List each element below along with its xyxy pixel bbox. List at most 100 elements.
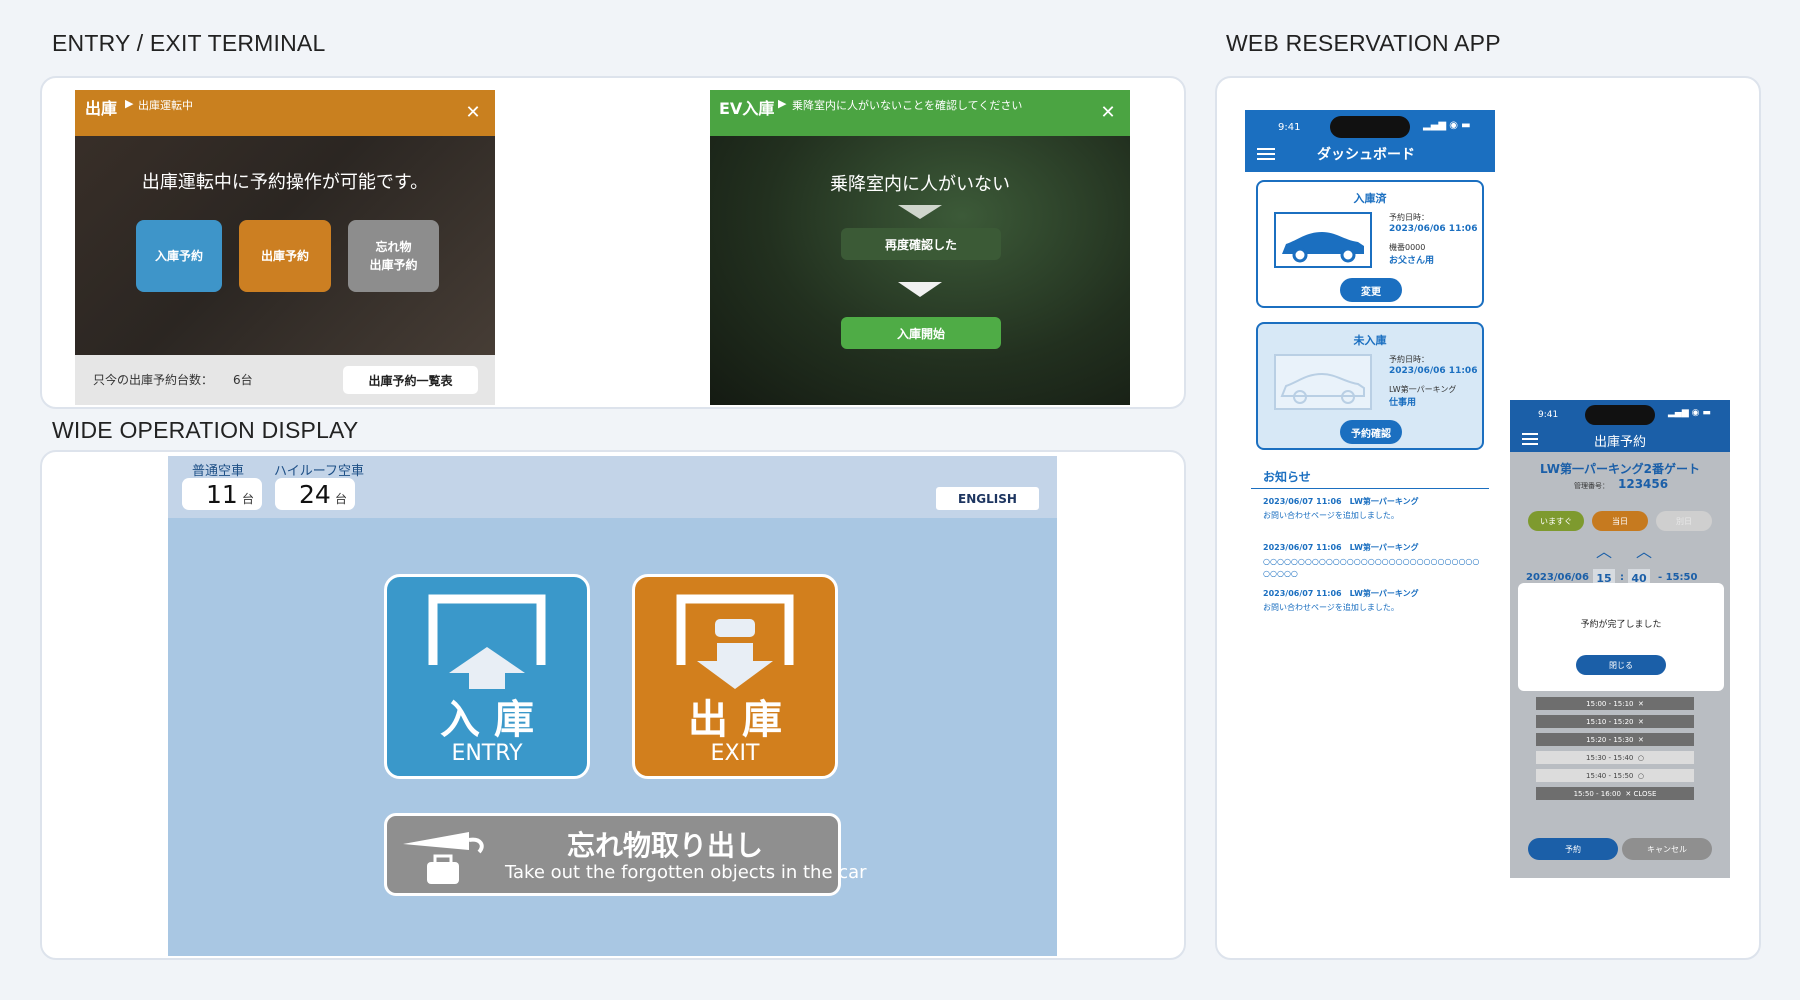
reserve-list-button[interactable]: 出庫予約一覧表 — [343, 366, 478, 394]
news-head: 2023/06/07 11:06 LW第一パーキング — [1263, 497, 1419, 506]
exit-reservation-phone: 9:41 ▂▄▆ ◉ ▬ 出庫予約 LW第一パーキング2番ゲート 管理番号： 1… — [1510, 400, 1730, 878]
down-arrow-icon — [898, 282, 942, 297]
time-slot[interactable]: 15:10 - 15:20 ✕ — [1536, 715, 1694, 728]
hour-up-icon[interactable]: ︿ — [1596, 538, 1612, 562]
terminal-message: 乗降室内に人がいない — [830, 174, 1010, 195]
button-label: ENGLISH — [958, 491, 1017, 506]
reserve-date: 2023/06/06 11:06 — [1389, 224, 1478, 234]
dialog-message: 予約が完了しました — [1580, 620, 1662, 630]
dashboard-phone: 9:41 ▂▄▆ ◉ ▬ ダッシュボード 入庫済 予約日時： 2023/06/0… — [1245, 110, 1495, 710]
exit-reserve-button[interactable]: 出庫予約 — [239, 220, 331, 292]
button-label: 予約 — [1565, 844, 1581, 854]
slot-mark: ✕ — [1637, 699, 1644, 708]
car-id: 機番0000 — [1389, 243, 1426, 252]
menu-icon[interactable] — [1257, 148, 1275, 150]
umbrella-bag-icon — [403, 832, 484, 884]
management-no-label: 管理番号： — [1574, 482, 1609, 490]
exit-button[interactable]: 出 庫 EXIT — [632, 574, 838, 779]
slot-mark: ✕ CLOSE — [1625, 789, 1657, 798]
time-slot[interactable]: 15:00 - 15:10 ✕ — [1536, 697, 1694, 710]
reserve-button[interactable]: 予約 — [1528, 838, 1618, 860]
chip-today[interactable]: 当日 — [1592, 511, 1648, 531]
minute-up-icon[interactable]: ︿ — [1636, 538, 1652, 562]
news-item[interactable]: 2023/06/07 11:06 LW第一パーキング お問い合わせページを追加し… — [1263, 588, 1491, 613]
reserve-date: 2023/06/06 11:06 — [1389, 366, 1478, 376]
page-title: 出庫予約 — [1594, 435, 1647, 450]
news-item[interactable]: 2023/06/07 11:06 LW第一パーキング ○○○○○○○○○○○○○… — [1263, 542, 1491, 580]
menu-icon[interactable] — [1522, 433, 1538, 435]
slot-time: 15:30 - 15:40 — [1586, 753, 1634, 762]
time-slot-list: 15:00 - 15:10 ✕ 15:10 - 15:20 ✕ 15:20 - … — [1536, 697, 1704, 807]
forgotten-reserve-button[interactable]: 忘れ物 出庫予約 — [348, 220, 439, 292]
highroof-vacancy-label: ハイルーフ空車 — [274, 464, 364, 479]
reserve-date: 2023/06/06 — [1526, 572, 1589, 583]
slot-time: 15:50 - 16:00 — [1573, 789, 1621, 798]
time-slot[interactable]: 15:50 - 16:00 ✕ CLOSE — [1536, 787, 1694, 800]
entry-button[interactable]: 入 庫 ENTRY — [384, 574, 590, 779]
header-title: EV入庫 — [719, 99, 775, 118]
breadcrumb: 乗降室内に人がいないことを確認してください — [792, 99, 1023, 112]
cancel-button[interactable]: キャンセル — [1622, 838, 1712, 860]
entry-reserve-button[interactable]: 入庫予約 — [136, 220, 222, 292]
button-label: 予約確認 — [1351, 428, 1391, 440]
button-label: 再度確認した — [884, 237, 957, 252]
card-status: 未入庫 — [1353, 334, 1387, 347]
status-icons: ▂▄▆ ◉ ▬ — [1423, 120, 1471, 131]
page-title: ダッシュボード — [1317, 147, 1415, 163]
button-label: 出庫予約 — [260, 249, 309, 263]
slot-time: 15:20 - 15:30 — [1586, 735, 1634, 744]
chip-label: いますぐ — [1540, 516, 1572, 526]
parking-name: LW第一パーキング — [1389, 385, 1457, 394]
close-icon[interactable]: ✕ — [1096, 100, 1120, 124]
exit-label-en: EXIT — [710, 740, 760, 766]
exit-arrow-icon — [676, 594, 794, 689]
slot-time: 15:00 - 15:10 — [1586, 699, 1634, 708]
exit-terminal-screen: 出庫 ▶ 出庫運転中 ✕ 出庫運転中に予約操作が可能です。 入庫予約 出庫予約 … — [75, 90, 495, 405]
recheck-button[interactable]: 再度確認した — [841, 228, 1001, 260]
button-label: 入庫予約 — [154, 249, 203, 263]
count-value: 11 — [206, 480, 238, 509]
start-entry-button[interactable]: 入庫開始 — [841, 317, 1001, 349]
exit-label-jp: 出 庫 — [688, 697, 782, 743]
news-head: 2023/06/07 11:06 LW第一パーキング — [1263, 543, 1419, 552]
count-unit: 台 — [335, 492, 348, 506]
slot-mark: ✕ — [1637, 717, 1644, 726]
confirm-reservation-button[interactable]: 予約確認 — [1340, 420, 1402, 444]
button-label: 出庫予約一覧表 — [368, 373, 453, 388]
time-slot[interactable]: 15:30 - 15:40 ○ — [1536, 751, 1694, 764]
dialog-close-button[interactable]: 閉じる — [1576, 655, 1666, 675]
close-icon[interactable]: ✕ — [461, 100, 485, 124]
breadcrumb: 出庫運転中 — [138, 99, 193, 112]
forgotten-objects-button[interactable]: 忘れ物取り出し Take out the forgotten objects i… — [384, 813, 867, 896]
chip-other-day[interactable]: 別日 — [1656, 511, 1712, 531]
entry-arrow-icon — [428, 594, 546, 689]
time-slot[interactable]: 15:40 - 15:50 ○ — [1536, 769, 1694, 782]
slot-mark: ✕ — [1637, 735, 1644, 744]
section-title-web-app: WEB RESERVATION APP — [1226, 30, 1501, 56]
wide-top-bar: 普通空車 11 台 ハイルーフ空車 24 台 ENGLISH — [168, 456, 1057, 518]
news-item[interactable]: 2023/06/07 11:06 LW第一パーキング お問い合わせページを追加し… — [1263, 496, 1491, 521]
completion-dialog: 予約が完了しました 閉じる — [1518, 583, 1724, 691]
forgotten-label-en: Take out the forgotten objects in the ca… — [505, 862, 867, 883]
chip-label: 当日 — [1612, 516, 1628, 526]
news-divider — [1251, 488, 1489, 489]
time-slot[interactable]: 15:20 - 15:30 ✕ — [1536, 733, 1694, 746]
time-separator: : — [1620, 572, 1624, 583]
end-time: - 15:50 — [1658, 572, 1698, 583]
english-button[interactable]: ENGLISH — [936, 487, 1039, 510]
reserve-count-value: 6台 — [233, 373, 253, 387]
car-use: お父さん用 — [1389, 256, 1435, 266]
phone-header: 9:41 ▂▄▆ ◉ ▬ 出庫予約 — [1510, 400, 1730, 452]
car-icon — [1274, 212, 1372, 268]
news-body: ○○○○○○○○○○○○○○○○○○○○○○○○○○○○○○○○○○○○ — [1263, 557, 1480, 578]
section-title-wide: WIDE OPERATION DISPLAY — [52, 417, 359, 443]
breadcrumb-arrow-icon: ▶ — [778, 97, 787, 110]
count-value: 24 — [299, 480, 331, 509]
slot-mark: ○ — [1637, 753, 1644, 762]
highroof-vacancy-count: 24 台 — [275, 478, 355, 510]
chip-now[interactable]: いますぐ — [1528, 511, 1584, 531]
car-use: 仕事用 — [1389, 398, 1417, 408]
change-button[interactable]: 変更 — [1340, 278, 1402, 302]
wide-operation-screen: 普通空車 11 台 ハイルーフ空車 24 台 ENGLISH 入 庫 ENTRY… — [168, 456, 1057, 956]
slot-mark: ○ — [1637, 771, 1644, 780]
